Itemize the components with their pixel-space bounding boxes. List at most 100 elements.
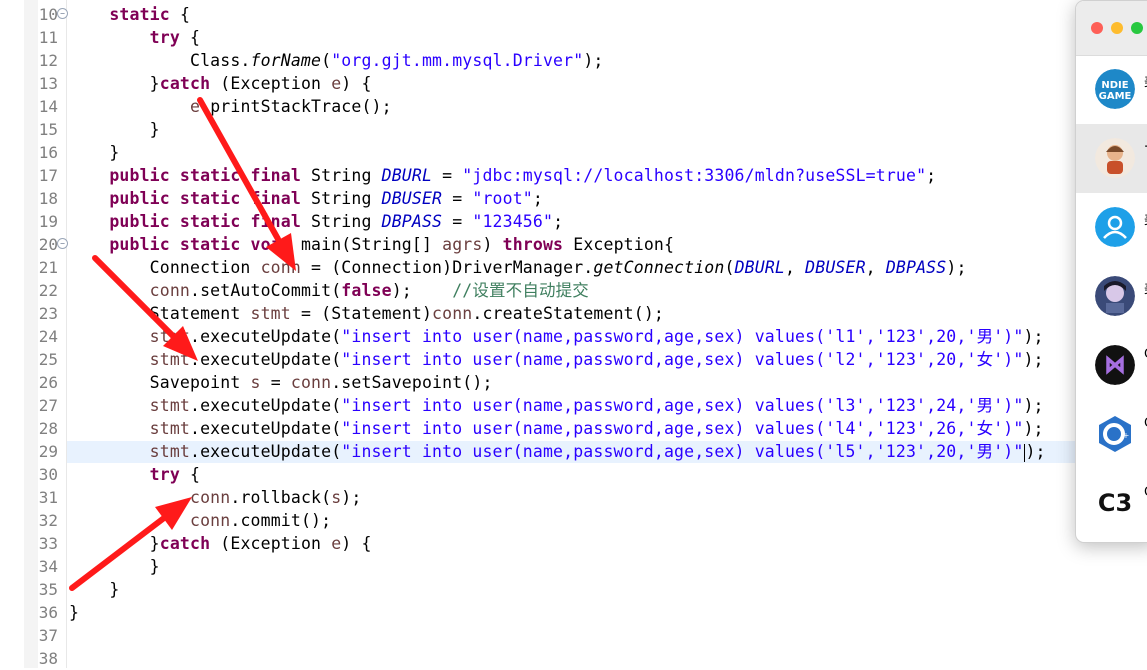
code-line[interactable]: e.printStackTrace(); [69,95,392,118]
code-token: e [331,534,342,553]
code-token: ); [1025,442,1046,461]
code-line[interactable]: public static void main(String[] agrs) t… [69,233,674,256]
code-token: , [865,258,886,277]
code-token: stmt [149,327,191,346]
code-token: public static final [109,212,301,231]
code-token: conn [290,373,332,392]
line-number: 31 [38,488,58,507]
code-line[interactable]: conn.setAutoCommit(false); //设置不自动提交 [69,279,589,302]
minimize-button[interactable] [1111,22,1123,34]
code-line[interactable]: stmt.executeUpdate("insert into user(nam… [69,440,1046,463]
code-line[interactable]: conn.rollback(s); [69,486,361,509]
code-token: try [149,28,180,47]
code-token: s [250,373,261,392]
fold-toggle-icon[interactable]: − [57,8,68,19]
code-line[interactable]: public static final String DBURL = "jdbc… [69,164,936,187]
code-line[interactable]: public static final String DBUSER = "roo… [69,187,543,210]
code-token: Exception{ [563,235,675,254]
code-token: { [179,465,201,484]
code-line[interactable]: stmt.executeUpdate("insert into user(nam… [69,417,1044,440]
code-token: ; [532,189,543,208]
code-line[interactable]: } [69,601,79,624]
cpp-logo-avatar: + [1095,414,1135,454]
code-line[interactable]: stmt.executeUpdate("insert into user(nam… [69,348,1044,371]
code-token: Statement [69,304,251,323]
code-token: = (Statement) [290,304,433,323]
code-token: try [149,465,180,484]
code-token: .rollback( [230,488,332,507]
contact-row[interactable]: 美 [1076,262,1147,331]
code-token: conn [260,258,301,277]
code-line[interactable]: } [69,141,119,164]
line-number: 36 [38,603,58,622]
line-number: 13 [38,74,58,93]
code-token: false [341,281,392,300]
chat-app-window[interactable]: NDIEGAME美·美美C+CC3C [1075,0,1147,543]
code-token: String [300,166,382,185]
code-line[interactable]: }catch (Exception e) { [69,532,372,555]
code-token: ); [341,488,362,507]
contact-row[interactable]: · [1076,124,1147,193]
zoom-button[interactable] [1131,22,1143,34]
code-line[interactable]: } [69,118,160,141]
code-token: .executeUpdate( [190,396,342,415]
code-token: ; [926,166,937,185]
code-token: ( [724,258,735,277]
code-token: } [69,120,160,139]
code-editor[interactable]: 10−11 12 13 14 15 16 17 18 19 20−21 22 23 24 25 26 27 28… [0,0,1147,668]
svg-text:NDIE: NDIE [1101,80,1128,91]
code-token: } [69,557,160,576]
code-token: } [69,580,120,599]
window-titlebar[interactable] [1076,1,1147,56]
code-line[interactable]: } [69,555,160,578]
code-token: stmt [250,304,291,323]
code-token: throws [502,235,564,254]
code-token: .executeUpdate( [190,350,342,369]
line-number: 30 [38,465,58,484]
contact-row[interactable]: 美 [1076,193,1147,262]
code-token: conn [190,488,231,507]
fold-toggle-icon[interactable]: − [57,238,68,249]
contact-row[interactable]: C3C [1076,469,1147,538]
code-token: .createStatement(); [472,304,664,323]
contact-row[interactable]: C [1076,331,1147,400]
code-token: { [179,28,201,47]
code-line[interactable]: Class.forName("org.gjt.mm.mysql.Driver")… [69,49,603,72]
line-number: 18 [38,189,58,208]
code-line[interactable]: Savepoint s = conn.setSavepoint(); [69,371,493,394]
code-token: (Exception [210,534,332,553]
contact-row[interactable]: NDIEGAME美 [1076,55,1147,124]
line-number: 29 [38,442,58,461]
line-number-gutter: 10−11 12 13 14 15 16 17 18 19 20−21 22 23 24 25 26 27 28… [0,0,68,668]
code-token: .executeUpdate( [190,419,342,438]
code-line[interactable]: Statement stmt = (Statement)conn.createS… [69,302,664,325]
code-line[interactable]: }catch (Exception e) { [69,72,372,95]
code-line[interactable]: public static final String DBPASS = "123… [69,210,563,233]
code-token: "insert into user(name,password,age,sex)… [341,442,1024,461]
code-line[interactable]: try { [69,463,200,486]
code-token: String [300,212,382,231]
code-line[interactable]: Connection conn = (Connection)DriverMana… [69,256,967,279]
code-token: DBURL [734,258,785,277]
code-line[interactable]: stmt.executeUpdate("insert into user(nam… [69,394,1044,417]
code-line[interactable]: conn.commit(); [69,509,331,532]
code-line[interactable]: try { [69,26,200,49]
code-token: forName [250,51,322,70]
line-number: 32 [38,511,58,530]
contact-row[interactable]: +C [1076,400,1147,469]
code-token: .setAutoCommit( [190,281,342,300]
code-token: DBUSER [805,258,866,277]
code-line[interactable]: stmt.executeUpdate("insert into user(nam… [69,325,1044,348]
code-line[interactable]: static { [69,3,190,26]
code-token: .setSavepoint(); [331,373,493,392]
code-line[interactable]: } [69,578,119,601]
code-token: DBURL [381,166,433,185]
indie-game-avatar: NDIE GAME [1095,69,1135,109]
close-button[interactable] [1091,22,1103,34]
